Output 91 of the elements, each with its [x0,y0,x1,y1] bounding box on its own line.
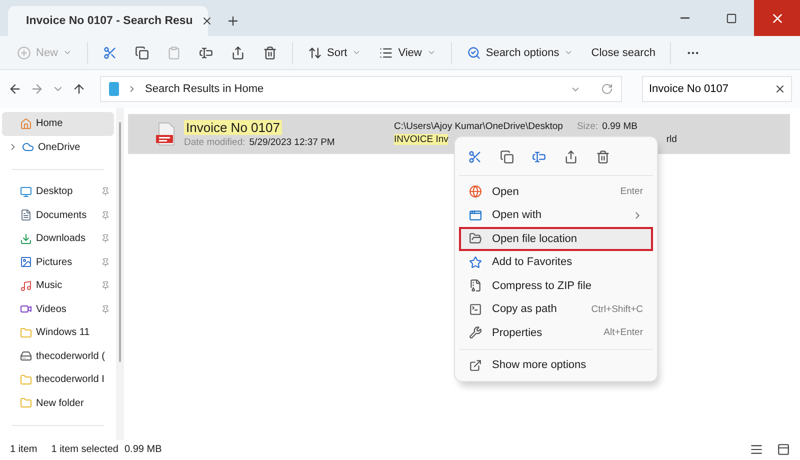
sidebar-item[interactable]: Downloads [2,227,114,250]
match-snippet: rld [666,134,677,145]
rename-icon [199,46,214,60]
menu-item[interactable]: Open file location [459,227,653,250]
menu-item[interactable]: Open with [459,204,653,227]
sidebar-item[interactable]: OneDrive [2,136,114,159]
path-icon [469,302,482,316]
window-tab[interactable]: Invoice No 0107 - Search Resu [8,6,208,36]
view-button[interactable]: View [372,38,443,66]
plus-circle-icon [17,46,31,60]
cloud-icon [22,141,34,154]
folder-icon [469,232,482,246]
sidebar-item[interactable]: thecoderworld I [2,368,114,392]
search-options-button[interactable]: Search options [460,38,580,66]
file-path: C:\Users\Ajoy Kumar\OneDrive\Desktop [394,121,563,132]
menu-item[interactable]: Show more options [459,354,653,377]
address-path: Search Results in Home [145,83,265,95]
sort-button[interactable]: Sort [301,38,368,66]
wrench-icon [469,326,482,340]
rename-icon [532,150,546,164]
new-tab-button[interactable] [226,14,240,28]
folder-icon [20,374,32,386]
sidebar-item[interactable]: thecoderworld ( [2,344,114,368]
size-label: Size: [576,121,598,132]
cut-icon [103,46,118,60]
share-icon [231,46,246,60]
star-icon [469,256,482,269]
maximize-icon [726,12,736,24]
sidebar-item[interactable]: Home [2,112,114,136]
close-search-button[interactable]: Close search [584,38,662,66]
address-bar[interactable]: Search Results in Home [100,76,622,102]
refresh-icon [601,83,613,95]
cut-icon [468,150,482,164]
menu-item[interactable]: Properties Alt+Enter [459,321,653,344]
clear-icon [774,83,786,95]
details-view-button[interactable] [750,442,763,456]
list-icon [379,46,394,60]
picture-icon [20,256,32,268]
video-icon [20,303,32,316]
delete-icon [596,150,610,164]
delete-icon [263,46,278,60]
up-icon [72,82,86,96]
size-value: 0.99 MB [602,121,638,132]
archive-icon [469,279,482,292]
date-label: Date modified: [184,137,246,148]
forward-button[interactable] [30,82,44,96]
item-count: 1 item [10,444,38,454]
tab-title: Invoice No 0107 - Search Resu [26,15,193,27]
location-icon [109,82,119,96]
tiles-view-button[interactable] [777,442,790,456]
globe-icon [469,185,482,198]
folder-icon [20,326,32,339]
folder-icon [20,397,32,410]
share-icon [564,150,578,164]
refresh-button[interactable] [601,83,613,95]
sidebar-item[interactable]: Pictures [2,250,114,274]
sort-icon [308,46,322,60]
back-button[interactable] [8,82,22,96]
file-name: Invoice No 0107 [184,120,282,135]
drive-icon [20,350,32,362]
date-value: 5/29/2023 12:37 PM [249,137,335,148]
search-field[interactable]: Invoice No 0107 [642,76,792,102]
selection-size: 0.99 MB [124,444,162,454]
copy-icon [500,150,514,164]
sidebar-item[interactable]: Desktop [2,180,114,204]
sidebar-item[interactable]: Music [2,274,114,298]
selection-info: 1 item selected [51,444,118,454]
pdf-file-icon [156,122,176,146]
document-icon [20,209,32,222]
up-button[interactable] [72,82,86,96]
paste-icon [167,46,182,60]
sidebar-item[interactable]: New folder [2,392,114,415]
sidebar-item[interactable]: Windows 11 [2,321,114,344]
menu-item[interactable]: Open Enter [459,180,653,204]
monitor-icon [20,186,32,198]
menu-item[interactable]: Compress to ZIP file [459,274,653,298]
menu-item[interactable]: Copy as path Ctrl+Shift+C [459,298,653,321]
match-snippet: INVOICE Inv [394,134,448,145]
back-icon [8,82,22,96]
app-icon [469,208,482,222]
sidebar-item[interactable]: Videos [2,298,114,321]
more-options-icon [469,358,482,372]
music-icon [20,280,32,292]
sidebar-item[interactable]: Documents [2,204,114,227]
home-icon [20,118,32,130]
copy-icon [135,46,150,60]
forward-icon [30,82,44,96]
search-icon [466,46,481,60]
download-icon [20,232,32,245]
close-tab-button[interactable] [200,15,213,27]
menu-item[interactable]: Add to Favorites [459,250,653,274]
